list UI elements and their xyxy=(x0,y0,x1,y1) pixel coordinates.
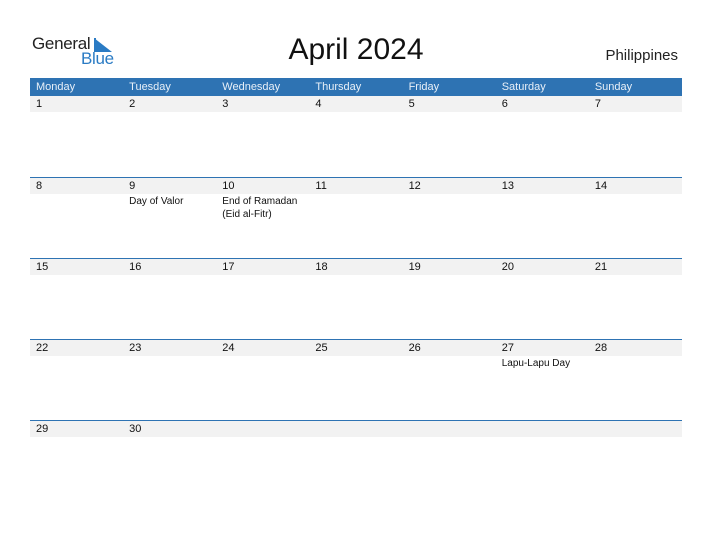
day-cell: 14 xyxy=(589,178,682,194)
day-cell: 9 Day of Valor xyxy=(123,178,216,207)
day-cell: 27 Lapu-Lapu Day xyxy=(496,340,589,369)
day-cell: 3 xyxy=(216,96,309,112)
date-band: 15 16 17 18 19 20 21 xyxy=(30,259,682,275)
weekday-tuesday: Tuesday xyxy=(129,81,171,93)
day-number: 25 xyxy=(315,342,328,354)
week-row: 29 30 xyxy=(30,420,682,501)
day-number: 12 xyxy=(408,180,421,192)
day-cell: 20 xyxy=(496,259,589,275)
week-row: 8 9 Day of Valor 10 End of Ramadan (Eid al-F… xyxy=(30,177,682,258)
day-number: 10 xyxy=(222,180,235,192)
day-number: 1 xyxy=(36,98,43,110)
day-number: 2 xyxy=(129,98,136,110)
day-cell: 17 xyxy=(216,259,309,275)
day-cell: 6 xyxy=(496,96,589,112)
day-number: 30 xyxy=(129,423,142,435)
day-number: 29 xyxy=(36,423,49,435)
day-number: 11 xyxy=(315,180,327,192)
day-number: 13 xyxy=(501,180,514,192)
day-cell: 7 xyxy=(589,96,682,112)
day-cell: 25 xyxy=(309,340,402,356)
day-cell: 18 xyxy=(309,259,402,275)
day-cell xyxy=(589,421,682,437)
day-cell: 4 xyxy=(309,96,402,112)
day-cell: 23 xyxy=(123,340,216,356)
day-number: 28 xyxy=(594,342,608,354)
day-number: 6 xyxy=(501,98,508,110)
weekday-sunday: Sunday xyxy=(594,81,633,93)
day-number: 5 xyxy=(408,98,415,110)
date-band: 29 30 xyxy=(30,421,682,437)
weeks-container: 1 2 3 4 5 6 7 8 9 Day of Valor 10 End of Ramadan (E… xyxy=(30,96,682,501)
day-cell: 28 xyxy=(589,340,682,356)
weekday-friday: Friday xyxy=(408,81,440,93)
day-cell: 2 xyxy=(123,96,216,112)
weekday-header: Monday Tuesday Wednesday Thursday Friday… xyxy=(30,78,682,96)
day-cell: 12 xyxy=(403,178,496,194)
weekday-thursday: Thursday xyxy=(315,81,362,93)
day-cell xyxy=(309,421,402,437)
holiday-label: Lapu-Lapu Day xyxy=(501,358,571,369)
day-number: 21 xyxy=(594,261,608,273)
day-number: 17 xyxy=(222,261,235,273)
day-number: 27 xyxy=(501,342,514,354)
week-row: 1 2 3 4 5 6 7 xyxy=(30,96,682,177)
weekday-monday: Monday xyxy=(36,81,76,93)
day-number: 23 xyxy=(129,342,142,354)
day-cell: 29 xyxy=(30,421,123,437)
day-cell xyxy=(403,421,496,437)
day-cell: 8 xyxy=(30,178,123,194)
day-number: 19 xyxy=(408,261,421,273)
week-row: 15 16 17 18 19 20 21 xyxy=(30,258,682,339)
weekday-wednesday: Wednesday xyxy=(222,81,281,93)
day-number: 16 xyxy=(129,261,142,273)
day-number: 15 xyxy=(36,261,49,273)
day-cell xyxy=(216,421,309,437)
day-number: 4 xyxy=(315,98,322,110)
country-label: Philippines xyxy=(605,47,678,64)
date-band: 22 23 24 25 26 27 Lapu-Lapu Day 28 xyxy=(30,340,682,369)
day-cell: 5 xyxy=(403,96,496,112)
date-band: 1 2 3 4 5 6 7 xyxy=(30,96,682,112)
day-number: 7 xyxy=(594,98,601,110)
day-number: 8 xyxy=(36,180,43,192)
holiday-label: Day of Valor xyxy=(129,196,184,207)
day-cell: 30 xyxy=(123,421,216,437)
day-cell: 11 xyxy=(309,178,402,194)
week-row: 22 23 24 25 26 27 Lapu-Lapu Day 28 xyxy=(30,339,682,420)
day-cell: 19 xyxy=(403,259,496,275)
day-cell: 16 xyxy=(123,259,216,275)
date-band: 8 9 Day of Valor 10 End of Ramadan (Eid al-F… xyxy=(30,178,682,220)
day-number: 26 xyxy=(408,342,421,354)
day-cell: 13 xyxy=(496,178,589,194)
day-cell: 24 xyxy=(216,340,309,356)
day-cell: 1 xyxy=(30,96,123,112)
day-number: 22 xyxy=(36,342,49,354)
day-number: 24 xyxy=(222,342,235,354)
day-cell: 21 xyxy=(589,259,682,275)
day-cell: 10 End of Ramadan (Eid al-Fitr) xyxy=(216,178,309,220)
day-cell: 22 xyxy=(30,340,123,356)
holiday-label: End of Ramadan (Eid al-Fitr) xyxy=(222,196,298,220)
day-number: 18 xyxy=(315,261,328,273)
day-number: 9 xyxy=(129,180,136,192)
day-number: 3 xyxy=(222,98,229,110)
day-number: 20 xyxy=(501,261,514,273)
day-cell xyxy=(496,421,589,437)
day-number: 14 xyxy=(594,180,608,192)
calendar-grid: Monday Tuesday Wednesday Thursday Friday… xyxy=(30,78,682,501)
day-cell: 26 xyxy=(403,340,496,356)
weekday-saturday: Saturday xyxy=(501,81,546,93)
day-cell: 15 xyxy=(30,259,123,275)
